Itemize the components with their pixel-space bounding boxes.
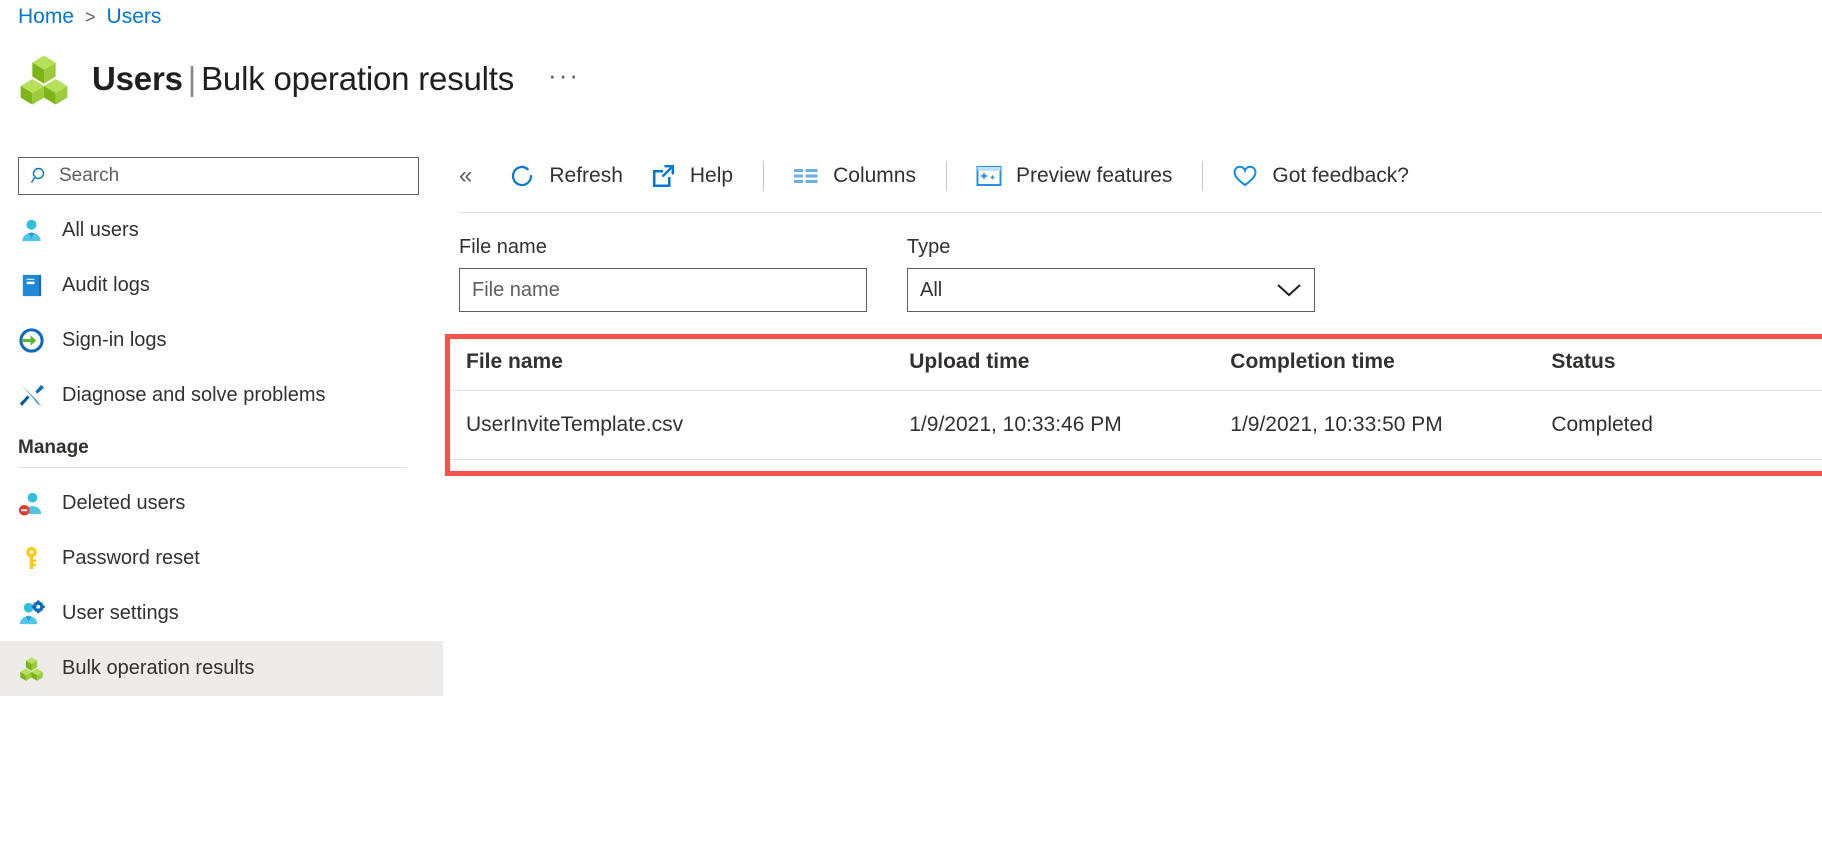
heart-icon: [1233, 165, 1257, 187]
preview-features-label: Preview features: [1015, 164, 1173, 187]
preview-features-icon: [976, 166, 1002, 186]
help-button[interactable]: Help: [649, 162, 733, 190]
sidebar-item-diagnose-and-solve-problems[interactable]: Diagnose and solve problems: [0, 368, 443, 423]
columns-label: Columns: [833, 164, 916, 187]
page-title-main: Users: [92, 60, 183, 97]
more-options-button[interactable]: ···: [548, 62, 580, 88]
sidebar-item-bulk-operation-results[interactable]: Bulk operation results: [0, 641, 443, 696]
chevron-down-icon: [1277, 284, 1301, 297]
column-header-completion-time[interactable]: Completion time: [1230, 334, 1552, 391]
sidebar-nav-primary: All users Audit logs Sign-in logs Diagno…: [0, 203, 443, 423]
toolbar-separator: [945, 161, 947, 191]
sidebar-item-label: Diagnose and solve problems: [62, 384, 326, 406]
sidebar-item-label: All users: [62, 219, 139, 241]
sidebar-nav-manage: Deleted users Password reset User settin…: [0, 476, 443, 696]
sidebar-item-label: Bulk operation results: [62, 657, 255, 679]
collapse-sidebar-button[interactable]: «: [459, 164, 472, 188]
file-name-filter-label: File name: [459, 236, 547, 258]
toolbar-separator: [1202, 161, 1204, 191]
help-label: Help: [689, 164, 734, 187]
column-header-file-name[interactable]: File name: [450, 334, 910, 391]
sidebar-group-manage-label: Manage: [18, 437, 89, 458]
cell-status: Completed: [1551, 390, 1822, 460]
page-title-sub: Bulk operation results: [201, 60, 515, 97]
type-select-value: All: [920, 278, 943, 301]
got-feedback-button[interactable]: Got feedback?: [1231, 162, 1409, 190]
type-filter: Type All: [907, 236, 1315, 312]
cell-completion-time: 1/9/2021, 10:33:50 PM: [1230, 390, 1552, 460]
bulk-operation-results-table: File name Upload time Completion time St…: [450, 334, 1822, 460]
column-header-status[interactable]: Status: [1551, 334, 1822, 391]
sidebar-item-label: Audit logs: [62, 274, 150, 296]
sidebar-item-audit-logs[interactable]: Audit logs: [0, 258, 443, 313]
preview-features-button[interactable]: Preview features: [975, 162, 1172, 190]
wrench-screwdriver-icon: [19, 384, 45, 407]
sidebar-group-divider: [18, 467, 407, 468]
bulk-operations-cubes-icon: [20, 55, 68, 105]
bulk-operations-cubes-icon: [20, 657, 43, 681]
sidebar-item-label: Deleted users: [62, 492, 186, 514]
sidebar-item-deleted-users[interactable]: Deleted users: [0, 476, 443, 531]
page-title: Users | Bulk operation results: [92, 60, 514, 98]
external-link-icon: [652, 165, 674, 187]
breadcrumb-item-users[interactable]: Users: [107, 5, 162, 29]
refresh-button[interactable]: Refresh: [508, 162, 623, 190]
search-icon: [30, 167, 45, 183]
key-icon: [26, 547, 37, 570]
sidebar-item-password-reset[interactable]: Password reset: [0, 531, 443, 586]
table-header-row: File name Upload time Completion time St…: [450, 334, 1822, 391]
type-filter-label: Type: [907, 236, 951, 258]
cell-file-name: UserInviteTemplate.csv: [450, 390, 910, 460]
user-icon: [22, 219, 41, 242]
page-title-divider: |: [187, 60, 197, 97]
table-row[interactable]: UserInviteTemplate.csv 1/9/2021, 10:33:4…: [450, 390, 1822, 460]
sidebar-item-all-users[interactable]: All users: [0, 203, 443, 258]
toolbar-separator: [763, 161, 765, 191]
azure-portal-page: Home > Users Users | Bulk operation result…: [0, 0, 1822, 842]
got-feedback-label: Got feedback?: [1272, 164, 1409, 187]
sidebar-item-sign-in-logs[interactable]: Sign-in logs: [0, 313, 443, 368]
cell-upload-time: 1/9/2021, 10:33:46 PM: [909, 390, 1231, 460]
sidebar-item-label: Password reset: [62, 547, 200, 569]
refresh-label: Refresh: [549, 164, 623, 187]
user-settings-icon: [19, 600, 45, 625]
sidebar-search[interactable]: [18, 157, 419, 195]
main-content: « Refresh Help Columns Preview features …: [443, 140, 1822, 842]
filter-bar: File name Type All: [443, 212, 1822, 312]
breadcrumb-item-home[interactable]: Home: [18, 5, 74, 29]
breadcrumb-separator-icon: >: [85, 6, 96, 27]
columns-button[interactable]: Columns: [792, 162, 916, 190]
sidebar-item-label: Sign-in logs: [62, 329, 167, 351]
audit-log-book-icon: [22, 274, 42, 297]
sidebar-item-user-settings[interactable]: User settings: [0, 586, 443, 641]
refresh-icon: [512, 165, 533, 187]
file-name-input[interactable]: [459, 268, 867, 312]
column-header-upload-time[interactable]: Upload time: [909, 334, 1231, 391]
breadcrumb: Home > Users: [18, 2, 161, 32]
command-toolbar: « Refresh Help Columns Preview features …: [443, 140, 1822, 213]
sidebar-item-label: User settings: [62, 602, 179, 624]
columns-icon: [794, 169, 818, 183]
toolbar-divider: [459, 212, 1822, 213]
deleted-user-icon: [18, 492, 42, 516]
file-name-filter: File name: [459, 236, 867, 312]
results-table-wrapper: File name Upload time Completion time St…: [445, 334, 1822, 476]
type-select[interactable]: All: [907, 268, 1315, 312]
sign-in-arrow-icon: [19, 328, 44, 353]
page-title-row: Users | Bulk operation results ···: [16, 48, 580, 110]
sidebar: All users Audit logs Sign-in logs: [0, 140, 443, 842]
search-input[interactable]: [57, 164, 410, 188]
